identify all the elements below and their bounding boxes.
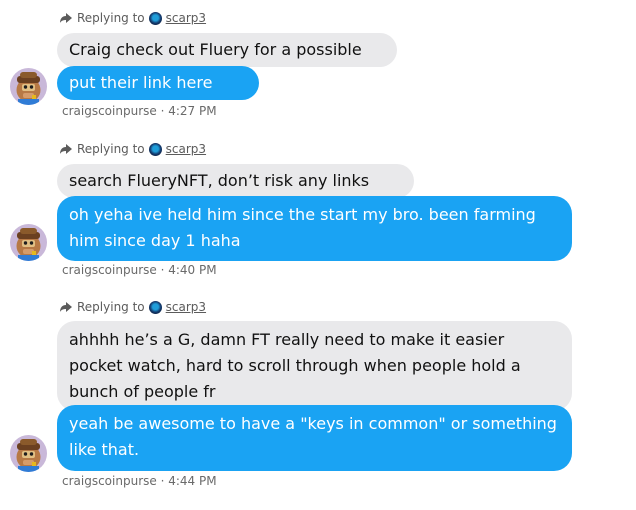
reply-arrow-icon — [60, 13, 72, 23]
reply-header: Replying to scarp3 — [59, 298, 206, 316]
incoming-message: Craig check out Fluery for a possible 3,… — [57, 33, 397, 93]
incoming-message: ahhhh he’s a G, damn FT really need to m… — [57, 321, 572, 411]
message-meta: craigscoinpurse · 4:44 PM — [62, 474, 217, 488]
ape-avatar-icon[interactable] — [10, 435, 47, 472]
reply-user-link[interactable]: scarp3 — [166, 11, 206, 25]
reply-user-link[interactable]: scarp3 — [166, 300, 206, 314]
outgoing-message: put their link here bro? — [57, 66, 259, 126]
message-meta: craigscoinpurse · 4:27 PM — [62, 104, 217, 118]
incoming-message: search FlueryNFT, don’t risk any links i… — [57, 164, 414, 224]
reply-header: Replying to scarp3 — [59, 140, 206, 158]
reply-user-link[interactable]: scarp3 — [166, 142, 206, 156]
ape-avatar-icon[interactable] — [10, 68, 47, 105]
reply-arrow-icon — [60, 302, 72, 312]
ape-avatar-icon[interactable] — [10, 224, 47, 261]
replying-to-label: Replying to — [77, 11, 145, 25]
reply-user-avatar — [148, 11, 162, 25]
reply-user-avatar — [148, 142, 162, 156]
outgoing-message: yeah be awesome to have a "keys in commo… — [57, 405, 572, 471]
outgoing-message: oh yeha ive held him since the start my … — [57, 196, 572, 261]
reply-user-avatar — [148, 300, 162, 314]
replying-to-label: Replying to — [77, 142, 145, 156]
replying-to-label: Replying to — [77, 300, 145, 314]
message-meta: craigscoinpurse · 4:40 PM — [62, 263, 217, 277]
reply-arrow-icon — [60, 144, 72, 154]
reply-header: Replying to scarp3 — [59, 9, 206, 27]
